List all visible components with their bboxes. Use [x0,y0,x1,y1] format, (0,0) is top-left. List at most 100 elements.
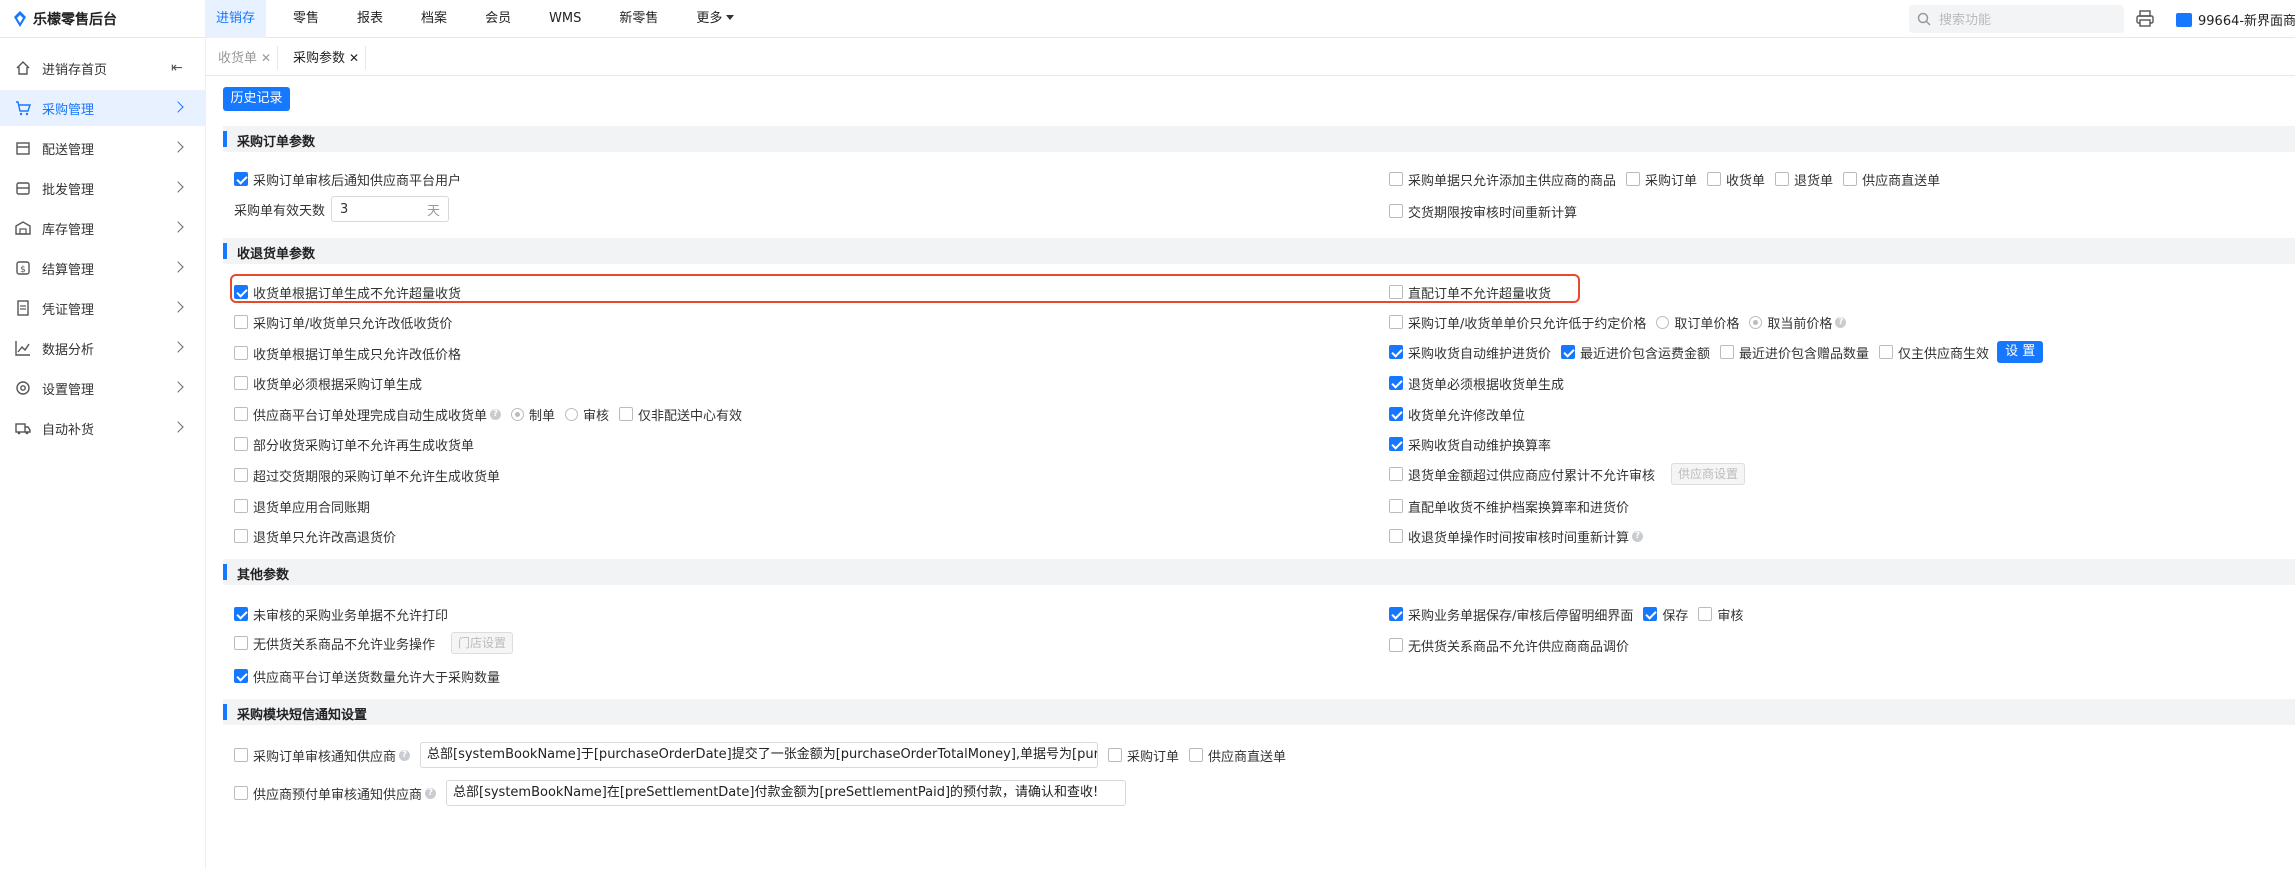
checkbox-po-direct[interactable] [1189,748,1204,762]
checkbox-purchase-order[interactable] [1626,172,1641,186]
sidebar-item-settings[interactable]: 设置管理 [0,370,206,406]
checkbox[interactable] [1389,607,1403,621]
checkbox[interactable] [1389,345,1403,359]
checkbox[interactable] [234,172,248,186]
checkbox[interactable] [1389,376,1403,390]
sidebar-item-wholesale[interactable]: 批发管理 [0,170,206,206]
checkbox[interactable] [1389,315,1403,329]
sidebar-item-auto-replenish[interactable]: 自动补货 [0,410,206,446]
close-icon[interactable]: ✕ [349,51,359,65]
checkbox[interactable] [234,407,248,421]
radio-draft[interactable] [511,407,525,421]
checkbox[interactable] [1389,407,1403,421]
checkbox[interactable] [234,315,248,329]
close-icon[interactable]: ✕ [261,51,271,65]
sidebar-item-voucher[interactable]: 凭证管理 [0,290,206,326]
option-direct-no-over[interactable]: 直配订单不允许超量收货 [1389,282,1551,302]
topnav-inventory[interactable]: 进销存 [205,0,267,38]
topnav-members[interactable]: 会员 [474,0,522,38]
collapse-sidebar-icon[interactable]: ⇤ [171,60,183,76]
option-allow-unit-change[interactable]: 收货单允许修改单位 [1389,404,1525,424]
topnav-wms[interactable]: WMS [538,0,592,38]
checkbox[interactable] [234,499,248,513]
option-return-by-receipt[interactable]: 退货单必须根据收货单生成 [1389,373,1564,393]
store-settings-button[interactable]: 门店设置 [451,632,514,654]
checkbox[interactable] [234,748,248,762]
option-overdue-no-receipt[interactable]: 超过交货期限的采购订单不允许生成收货单 [234,465,500,485]
help-icon[interactable]: ? [399,749,411,761]
sidebar-item-purchase[interactable]: 采购管理 [0,90,206,126]
checkbox[interactable] [1389,204,1403,218]
checkbox[interactable] [234,529,248,543]
radio-audit[interactable] [565,407,579,421]
checkbox-po-order[interactable] [1108,748,1123,762]
option-no-supplier-no-price[interactable]: 无供货关系商品不允许供应商商品调价 [1389,635,1629,655]
checkbox[interactable] [1389,285,1403,299]
valid-days-input[interactable]: 3 天 [331,196,450,222]
search-box[interactable] [1909,5,2124,33]
option-receipt-by-order[interactable]: 收货单必须根据采购订单生成 [234,373,422,393]
radio-current-price[interactable] [1749,315,1763,329]
printer-icon[interactable] [2136,10,2154,27]
tab-purchase-params[interactable]: 采购参数 ✕ [287,46,367,70]
checkbox[interactable] [234,468,248,482]
checkbox[interactable] [234,376,248,390]
option-return-contract[interactable]: 退货单应用合同账期 [234,496,370,516]
checkbox[interactable] [234,786,248,800]
checkbox[interactable] [234,346,248,360]
checkbox-freight[interactable] [1561,345,1576,359]
checkbox[interactable] [234,607,248,621]
checkbox[interactable] [1389,437,1403,451]
checkbox-gift[interactable] [1720,345,1735,359]
checkbox-main-supplier[interactable] [1879,345,1894,359]
option-auto-conv-rate[interactable]: 采购收货自动维护换算率 [1389,434,1551,454]
topnav-archive[interactable]: 档案 [410,0,458,38]
option-notify-supplier[interactable]: 采购订单审核后通知供应商平台用户 [234,169,461,189]
topnav-retail[interactable]: 零售 [282,0,330,38]
checkbox[interactable] [1389,529,1403,543]
checkbox-receipt[interactable] [1707,172,1722,186]
checkbox[interactable] [234,437,248,451]
tab-receipt[interactable]: 收货单 ✕ [212,46,279,70]
app-logo[interactable]: 乐檬零售后台 [12,9,117,29]
checkbox-direct[interactable] [1843,172,1858,186]
checkbox-dist-only[interactable] [619,407,634,421]
option-direct-no-maintain[interactable]: 直配单收货不维护档案换算率和进货价 [1389,496,1629,516]
option-no-print-unaudited[interactable]: 未审核的采购业务单据不允许打印 [234,604,448,624]
option-supplier-qty-exceed[interactable]: 供应商平台订单送货数量允许大于采购数量 [234,666,500,686]
option-receipt-no-over[interactable]: 收货单根据订单生成不允许超量收货 [234,282,461,302]
checkbox[interactable] [234,636,248,650]
checkbox[interactable] [1389,172,1403,186]
checkbox[interactable] [1389,499,1403,513]
sidebar-item-analytics[interactable]: 数据分析 [0,330,206,366]
checkbox-return[interactable] [1775,172,1790,186]
checkbox-save[interactable] [1643,607,1658,621]
help-icon[interactable]: ? [425,787,437,799]
radio-order-price[interactable] [1656,315,1670,329]
checkbox[interactable] [234,669,248,683]
help-icon[interactable]: ? [1632,530,1644,542]
topnav-new-retail[interactable]: 新零售 [608,0,669,38]
sidebar-item-stock[interactable]: 库存管理 [0,210,206,246]
option-recalc-period[interactable]: 交货期限按审核时间重新计算 [1389,201,1577,221]
checkbox-audit[interactable] [1698,607,1713,621]
checkbox[interactable] [1389,638,1403,652]
topnav-reports[interactable]: 报表 [346,0,394,38]
prepay-sms-template-input[interactable]: 总部[systemBookName]在[preSettlementDate]付款… [446,780,1127,806]
search-input[interactable] [1937,10,2117,28]
option-receipt-lower-price[interactable]: 收货单根据订单生成只允许改低价格 [234,343,461,363]
po-sms-template-input[interactable]: 总部[systemBookName]于[purchaseOrderDate]提交… [420,742,1099,768]
settings-button[interactable]: 设 置 [1997,341,2044,363]
help-icon[interactable]: ? [490,408,502,420]
history-button[interactable]: 历史记录 [223,87,290,111]
topnav-more[interactable]: 更多 [685,0,745,38]
sidebar-item-settlement[interactable]: $ 结算管理 [0,250,206,286]
store-selector[interactable]: 99664-新界面商 [2176,10,2295,29]
option-only-lower-price[interactable]: 采购订单/收货单只允许改低收货价 [234,312,452,332]
sidebar-item-distribution[interactable]: 配送管理 [0,130,206,166]
supplier-settings-button[interactable]: 供应商设置 [1671,463,1746,485]
checkbox[interactable] [1389,467,1403,481]
option-partial-no-regen[interactable]: 部分收货采购订单不允许再生成收货单 [234,434,474,454]
option-return-higher-price[interactable]: 退货单只允许改高退货价 [234,526,396,546]
help-icon[interactable]: ? [1835,316,1847,328]
